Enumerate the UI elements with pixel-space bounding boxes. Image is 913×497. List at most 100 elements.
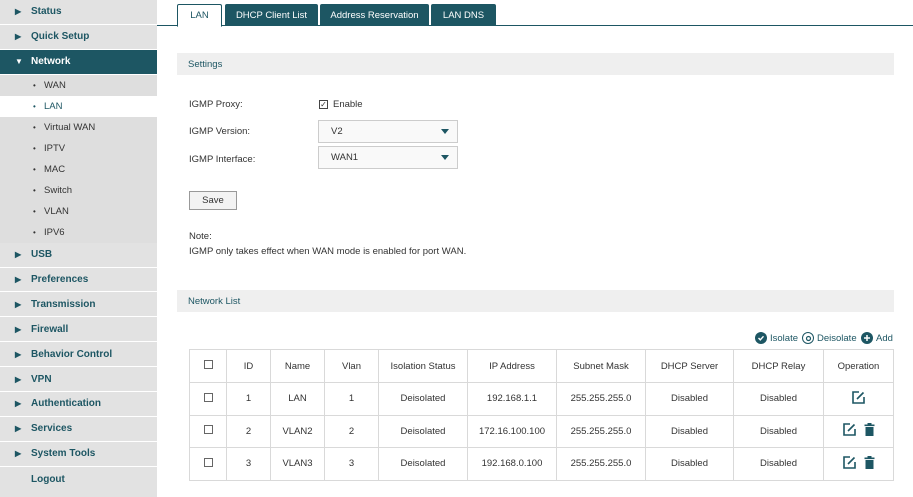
sidebar-item-quick-setup[interactable]: ▶ Quick Setup [0,25,157,50]
row-checkbox[interactable] [203,425,213,435]
igmp-interface-select[interactable]: WAN1 [318,146,458,169]
sidebar-item-logout[interactable]: Logout [0,467,157,492]
cell-subnet-mask: 255.255.255.0 [556,447,646,481]
bullet-icon: • [33,143,36,153]
dropdown-caret-icon [441,129,449,134]
delete-icon[interactable] [864,423,875,439]
sidebar-item-status[interactable]: ▶ Status [0,0,157,25]
main-content: LAN DHCP Client List Address Reservation… [157,0,913,497]
table-row: 2 VLAN2 2 Deisolated 172.16.100.100 255.… [189,414,894,448]
cell-subnet-mask: 255.255.255.0 [556,382,646,416]
tab-lan-dns[interactable]: LAN DNS [431,4,496,26]
cell-ip-address: 192.168.1.1 [467,382,557,416]
tab-lan[interactable]: LAN [177,4,222,27]
delete-icon[interactable] [864,455,875,472]
caret-right-icon: ▶ [15,250,22,260]
cell-isolation-status: Deisolated [378,447,468,481]
column-header-ip-address: IP Address [467,349,557,383]
sidebar-subitem-ipv6[interactable]: • IPV6 [0,221,157,243]
sidebar-item-network[interactable]: ▼ Network [0,49,157,75]
sidebar-item-transmission[interactable]: ▶ Transmission [0,292,157,318]
edit-icon[interactable] [851,390,866,408]
bullet-icon: • [33,206,36,216]
check-circle-icon [755,332,767,344]
sidebar-item-label: Network [31,56,71,68]
bullet-icon: • [33,101,36,111]
bullet-icon: • [33,227,36,237]
table-header-row: ID Name Vlan Isolation Status IP Address… [189,349,894,383]
bullet-icon: • [33,122,36,132]
tab-bar: LAN DHCP Client List Address Reservation… [157,0,913,27]
sidebar-item-label: USB [31,249,53,261]
sidebar-item-label: Behavior Control [31,348,113,360]
sidebar-item-label: Logout [31,473,65,485]
sidebar-item-label: Preferences [31,274,89,285]
sidebar-subitem-iptv[interactable]: • IPTV [0,137,157,159]
note-text: IGMP only takes effect when WAN mode is … [189,246,467,257]
cell-operation [823,447,894,481]
sidebar-item-firewall[interactable]: ▶ Firewall [0,317,157,343]
igmp-version-value: V2 [331,126,343,137]
add-button[interactable]: Add [861,332,893,344]
sidebar-item-label: Status [31,6,62,18]
settings-section-header: Settings [177,53,894,75]
cell-operation [823,382,894,416]
caret-right-icon: ▶ [15,275,22,284]
cell-dhcp-server: Disabled [645,382,734,416]
network-list-table: ID Name Vlan Isolation Status IP Address… [189,349,894,481]
sidebar-item-authentication[interactable]: ▶ Authentication [0,392,157,417]
caret-right-icon: ▶ [15,324,22,334]
caret-right-icon: ▶ [15,424,22,434]
column-header-isolation-status: Isolation Status [378,349,468,383]
cell-vlan: 2 [324,414,379,448]
column-header-vlan: Vlan [324,349,379,383]
sidebar-item-services[interactable]: ▶ Services [0,417,157,442]
cell-id: 1 [226,382,271,416]
caret-right-icon: ▶ [15,7,22,17]
cell-name: LAN [270,382,325,416]
edit-icon[interactable] [842,455,857,473]
network-list-section-header: Network List [177,290,894,312]
cell-subnet-mask: 255.255.255.0 [556,414,646,448]
cell-vlan: 3 [324,447,379,481]
cell-isolation-status: Deisolated [378,414,468,448]
cell-ip-address: 172.16.100.100 [467,414,557,448]
sidebar-subitem-switch[interactable]: • Switch [0,179,157,201]
sidebar-subitem-vlan[interactable]: • VLAN [0,200,157,222]
cell-dhcp-relay: Disabled [733,382,824,416]
cell-vlan: 1 [324,382,379,416]
sidebar-subitem-mac[interactable]: • MAC [0,158,157,180]
sidebar-item-label: Firewall [31,323,69,335]
cell-dhcp-server: Disabled [645,447,734,481]
sidebar-item-system-tools[interactable]: ▶ System Tools [0,442,157,467]
select-all-checkbox[interactable] [203,360,213,369]
edit-icon[interactable] [842,422,857,440]
column-header-dhcp-relay: DHCP Relay [733,349,824,383]
sidebar-item-vpn[interactable]: ▶ VPN [0,367,157,393]
sidebar-subitem-wan[interactable]: • WAN [0,74,157,96]
tab-dhcp-client-list[interactable]: DHCP Client List [225,4,318,26]
igmp-version-select[interactable]: V2 [318,120,458,143]
igmp-proxy-checkbox[interactable]: ✓ [319,100,328,109]
cell-id: 2 [226,414,271,448]
cell-ip-address: 192.168.0.100 [467,447,557,481]
sidebar-item-behavior-control[interactable]: ▶ Behavior Control [0,342,157,368]
row-checkbox[interactable] [203,457,213,467]
sidebar-item-usb[interactable]: ▶ USB [0,243,157,268]
igmp-interface-value: WAN1 [331,152,359,163]
igmp-version-label: IGMP Version: [189,126,251,137]
igmp-interface-label: IGMP Interface: [189,154,256,165]
save-button[interactable]: Save [189,191,237,210]
sidebar-subitem-virtual-wan[interactable]: • Virtual WAN [0,116,157,138]
sidebar-item-preferences[interactable]: ▶ Preferences [0,268,157,293]
row-checkbox[interactable] [203,392,213,402]
isolate-button[interactable]: Isolate [755,332,798,344]
sidebar-item-label: VPN [31,373,52,385]
sidebar: ▶ Status ▶ Quick Setup ▼ Network • WAN • LAN … [0,0,157,497]
caret-right-icon: ▶ [15,449,22,459]
tab-address-reservation[interactable]: Address Reservation [320,4,429,26]
sidebar-subitem-lan[interactable]: • LAN [0,95,157,117]
column-header-dhcp-server: DHCP Server [645,349,734,383]
sidebar-item-label: Authentication [31,398,101,410]
deisolate-button[interactable]: Deisolate [802,332,857,344]
